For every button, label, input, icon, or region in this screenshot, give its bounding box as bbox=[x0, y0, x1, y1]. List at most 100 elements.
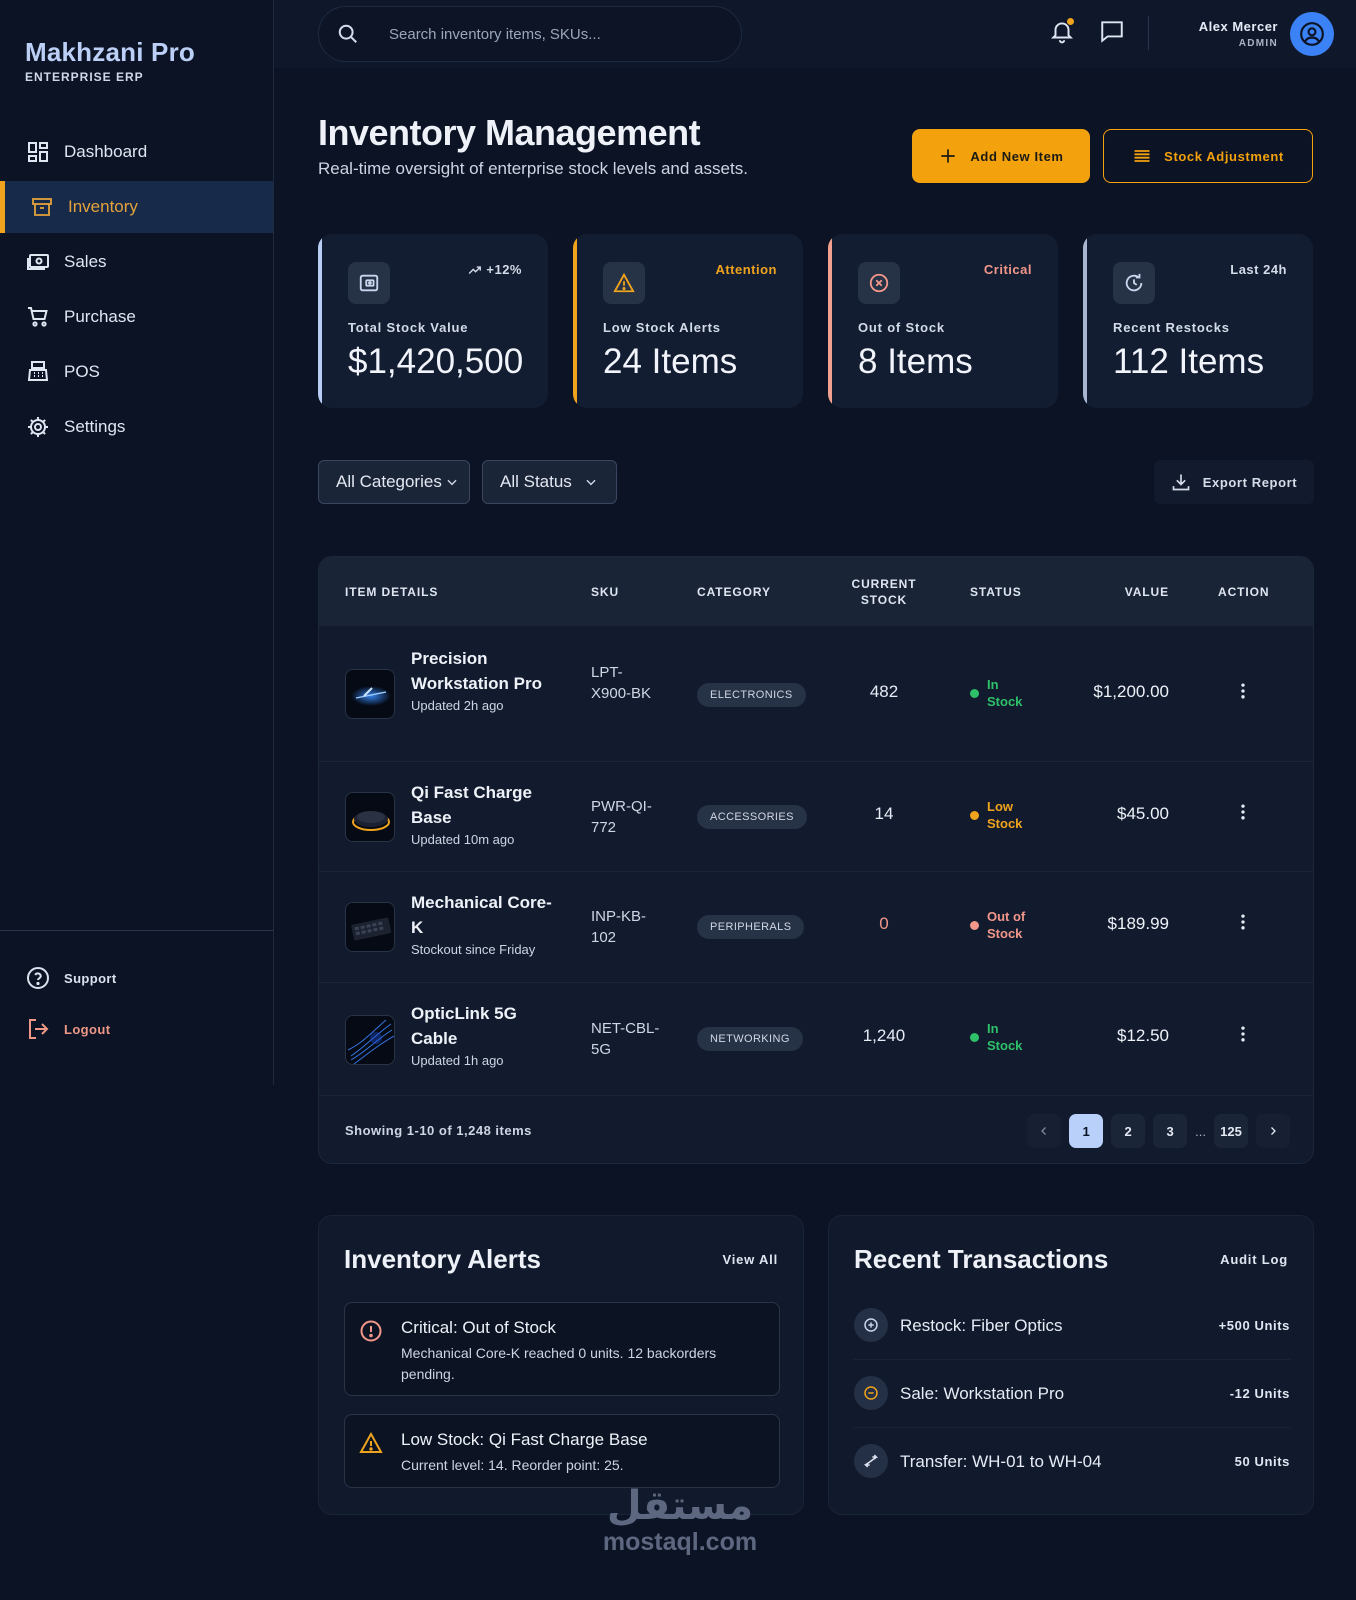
row-actions-button[interactable] bbox=[1233, 681, 1253, 701]
messages-button[interactable] bbox=[1099, 18, 1125, 44]
support-link[interactable]: Support bbox=[26, 965, 117, 991]
transaction-item[interactable]: Transfer: WH-01 to WH-04 50 Units bbox=[854, 1428, 1290, 1496]
stat-label: Low Stock Alerts bbox=[603, 320, 721, 335]
table-row[interactable]: Precision Workstation Pro Updated 2h ago… bbox=[319, 626, 1313, 762]
user-name: Alex Mercer bbox=[1198, 19, 1278, 34]
chat-icon bbox=[1099, 18, 1125, 44]
item-updated: Updated 1h ago bbox=[411, 1053, 504, 1068]
sidebar-item-label: Sales bbox=[64, 252, 107, 271]
cash-icon bbox=[26, 250, 50, 274]
stat-value: $1,420,500 bbox=[348, 342, 524, 381]
avatar[interactable] bbox=[1290, 12, 1334, 56]
sidebar-item-settings[interactable]: Settings bbox=[0, 401, 273, 453]
next-page-button[interactable] bbox=[1256, 1114, 1290, 1148]
table-row[interactable]: Qi Fast Charge Base Updated 10m ago PWR-… bbox=[319, 762, 1313, 872]
topbar-separator bbox=[1148, 16, 1149, 50]
status-filter-value: All Status bbox=[500, 472, 572, 491]
chevron-right-icon bbox=[1267, 1125, 1279, 1137]
lines-icon bbox=[1132, 146, 1152, 166]
alert-item[interactable]: Critical: Out of Stock Mechanical Core-K… bbox=[344, 1302, 780, 1396]
recent-transactions-panel: Recent Transactions Audit Log Restock: F… bbox=[828, 1215, 1314, 1515]
user-role: ADMIN bbox=[1238, 38, 1278, 49]
brand[interactable]: Makhzani Pro ENTERPRISE ERP bbox=[25, 37, 195, 84]
sidebar: Makhzani Pro ENTERPRISE ERP Dashboard In… bbox=[0, 0, 274, 1085]
user-menu[interactable]: Alex Mercer ADMIN bbox=[1199, 12, 1334, 56]
item-sku: INP-KB-102 bbox=[591, 906, 661, 948]
logout-icon bbox=[26, 1017, 50, 1041]
item-name[interactable]: Qi Fast Charge Base bbox=[411, 780, 561, 830]
item-name[interactable]: Mechanical Core-K bbox=[411, 890, 561, 940]
stock-adjustment-button[interactable]: Stock Adjustment bbox=[1103, 129, 1313, 183]
status-filter-select[interactable]: All Status bbox=[482, 460, 617, 504]
view-all-link[interactable]: View All bbox=[722, 1252, 778, 1267]
transactions-title: Recent Transactions bbox=[854, 1244, 1109, 1274]
col-category[interactable]: CATEGORY bbox=[697, 557, 771, 626]
stat-label: Out of Stock bbox=[858, 320, 945, 335]
transaction-label: Restock: Fiber Optics bbox=[900, 1316, 1063, 1335]
col-item-details[interactable]: ITEM DETAILS bbox=[345, 557, 438, 626]
page-button-1[interactable]: 1 bbox=[1069, 1114, 1104, 1148]
export-report-button[interactable]: Export Report bbox=[1154, 460, 1314, 504]
kebab-menu-icon bbox=[1233, 681, 1253, 701]
search-bar[interactable] bbox=[318, 6, 742, 62]
col-value[interactable]: VALUE bbox=[1057, 557, 1169, 626]
wallet-icon bbox=[358, 272, 380, 294]
row-actions-button[interactable] bbox=[1233, 802, 1253, 822]
table-row[interactable]: Mechanical Core-K Stockout since Friday … bbox=[319, 872, 1313, 983]
row-actions-button[interactable] bbox=[1233, 912, 1253, 932]
plus-circle-icon bbox=[863, 1317, 879, 1333]
status-badge: In Stock bbox=[970, 676, 1035, 710]
sidebar-item-sales[interactable]: Sales bbox=[0, 236, 273, 288]
col-current-stock[interactable]: CURRENT STOCK bbox=[839, 557, 929, 626]
stat-value: 24 Items bbox=[603, 342, 738, 381]
watermark-latin: mostaql.com bbox=[602, 1528, 758, 1556]
inventory-table: ITEM DETAILS SKU CATEGORY CURRENT STOCK … bbox=[318, 556, 1314, 1164]
stat-card-total-value[interactable]: +12% Total Stock Value $1,420,500 bbox=[318, 234, 548, 408]
sidebar-item-dashboard[interactable]: Dashboard bbox=[0, 126, 273, 178]
page-button-2[interactable]: 2 bbox=[1111, 1114, 1146, 1148]
prev-page-button[interactable] bbox=[1027, 1114, 1062, 1148]
page-ellipsis: ... bbox=[1195, 1123, 1206, 1139]
col-status[interactable]: STATUS bbox=[970, 557, 1022, 626]
page-button-3[interactable]: 3 bbox=[1153, 1114, 1188, 1148]
transaction-quantity: +500 Units bbox=[1218, 1318, 1290, 1333]
item-name[interactable]: OpticLink 5G Cable bbox=[411, 1001, 561, 1051]
logout-link[interactable]: Logout bbox=[26, 1016, 117, 1042]
item-value: $189.99 bbox=[1107, 914, 1169, 933]
audit-log-link[interactable]: Audit Log bbox=[1220, 1252, 1288, 1267]
watermark-arabic: مستقل bbox=[606, 1483, 754, 1529]
chevron-down-icon bbox=[584, 475, 598, 489]
notifications-button[interactable] bbox=[1049, 18, 1075, 44]
item-updated: Stockout since Friday bbox=[411, 942, 536, 957]
stat-label: Recent Restocks bbox=[1113, 320, 1230, 335]
status-dot bbox=[970, 920, 979, 930]
stat-card-out-of-stock[interactable]: Critical Out of Stock 8 Items bbox=[828, 234, 1058, 408]
transaction-item[interactable]: Restock: Fiber Optics +500 Units bbox=[854, 1292, 1290, 1360]
page-button-125[interactable]: 125 bbox=[1214, 1114, 1248, 1148]
sidebar-item-purchase[interactable]: Purchase bbox=[0, 291, 273, 343]
add-new-item-button[interactable]: Add New Item bbox=[912, 129, 1090, 183]
sidebar-item-inventory[interactable]: Inventory bbox=[0, 181, 273, 233]
category-filter-select[interactable]: All Categories bbox=[318, 460, 470, 504]
notification-dot bbox=[1067, 18, 1074, 25]
search-input[interactable] bbox=[389, 25, 689, 43]
item-name[interactable]: Precision Workstation Pro bbox=[411, 646, 561, 696]
alert-item[interactable]: Low Stock: Qi Fast Charge Base Current l… bbox=[344, 1414, 780, 1488]
status-badge: In Stock bbox=[970, 1020, 1035, 1054]
row-actions-button[interactable] bbox=[1233, 1024, 1253, 1044]
table-row[interactable]: OpticLink 5G Cable Updated 1h ago NET-CB… bbox=[319, 983, 1313, 1096]
sidebar-divider bbox=[0, 930, 273, 931]
stat-icon-box bbox=[858, 262, 900, 304]
item-sku: PWR-QI-772 bbox=[591, 796, 661, 838]
col-sku[interactable]: SKU bbox=[591, 557, 619, 626]
topbar-actions bbox=[1049, 18, 1149, 44]
item-thumbnail bbox=[345, 669, 395, 719]
item-value: $12.50 bbox=[1117, 1026, 1169, 1045]
sidebar-item-pos[interactable]: POS bbox=[0, 346, 273, 398]
status-text: In Stock bbox=[987, 1021, 1023, 1053]
stat-tag: Last 24h bbox=[1230, 262, 1287, 277]
showing-count: Showing 1-10 of 1,248 items bbox=[345, 1123, 532, 1138]
stat-card-recent-restocks[interactable]: Last 24h Recent Restocks 112 Items bbox=[1083, 234, 1313, 408]
stat-card-low-stock[interactable]: Attention Low Stock Alerts 24 Items bbox=[573, 234, 803, 408]
transaction-item[interactable]: Sale: Workstation Pro -12 Units bbox=[854, 1360, 1290, 1428]
